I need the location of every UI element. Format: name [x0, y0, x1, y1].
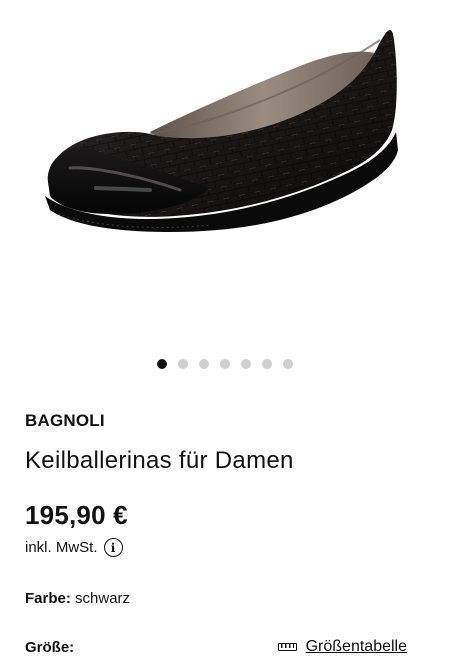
carousel-dot[interactable] — [241, 359, 251, 369]
size-chart-label: Größentabelle — [305, 638, 407, 655]
color-info: Farbe: schwarz — [25, 590, 130, 607]
info-icon[interactable]: i — [103, 538, 123, 557]
product-image[interactable] — [0, 0, 450, 345]
size-label: Größe: — [25, 638, 75, 656]
color-label: Farbe: — [25, 590, 71, 607]
carousel-dot[interactable] — [157, 359, 167, 369]
product-title: Keilballerinas für Damen — [25, 447, 294, 474]
tax-info: inkl. MwSt. i — [25, 538, 123, 557]
tax-note: inkl. MwSt. — [25, 539, 98, 556]
color-value: schwarz — [75, 590, 131, 607]
size-chart-link[interactable]: Größentabelle — [277, 638, 407, 656]
ruler-icon — [277, 643, 297, 651]
brand-name[interactable]: BAGNOLI — [25, 411, 105, 431]
product-detail-page: BAGNOLI Keilballerinas für Damen 195,90 … — [0, 0, 450, 664]
carousel-dot[interactable] — [283, 359, 293, 369]
carousel-dot[interactable] — [199, 359, 209, 369]
carousel-dot[interactable] — [220, 359, 230, 369]
shoe-illustration — [45, 29, 398, 232]
carousel-dot[interactable] — [178, 359, 188, 369]
product-price: 195,90 € — [25, 500, 128, 530]
image-carousel-indicator — [0, 359, 450, 369]
carousel-dot[interactable] — [262, 359, 272, 369]
size-selector-header: Größe: Größentabelle — [25, 638, 407, 656]
